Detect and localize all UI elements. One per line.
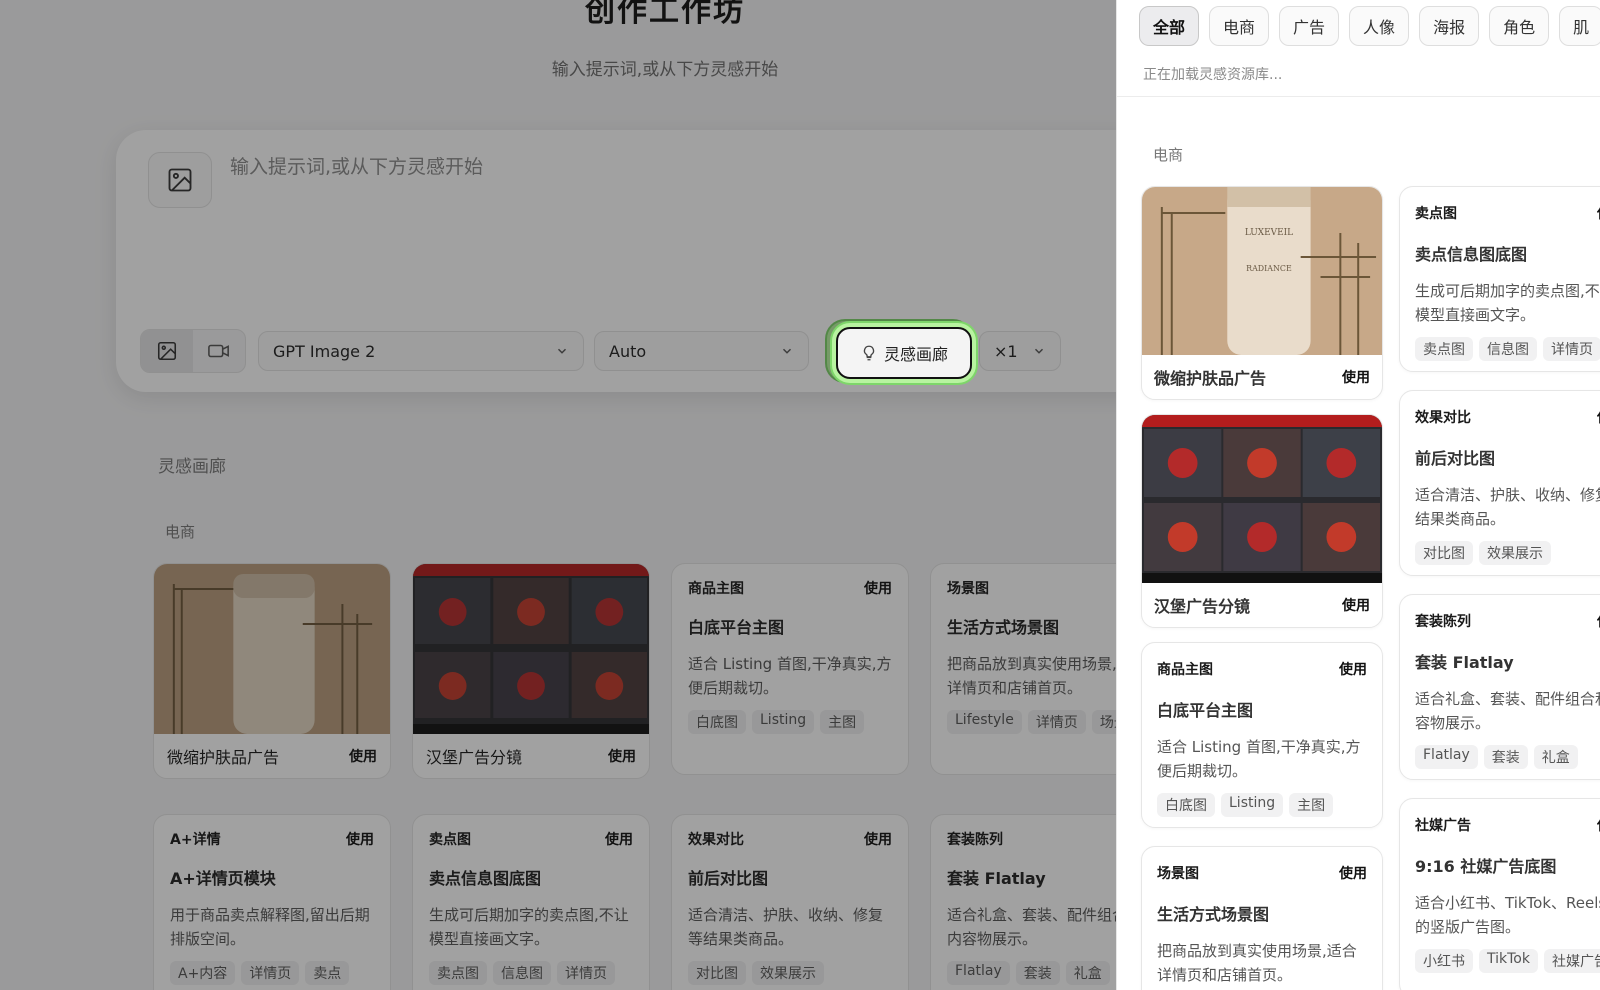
card-description: 适合小红书、TikTok、Reels 的竖版广告图。 [1415,894,1600,936]
tag: 社媒广告 [1543,949,1600,973]
tag: 详情页 [1543,337,1600,361]
use-button[interactable]: 使用 [1342,595,1370,615]
inspiration-drawer: 全部 电商 广告 人像 海报 角色 肌 正在加载灵感资源库... 电商 LUXE… [1116,0,1600,990]
inspiration-card[interactable]: 场景图 使用 生活方式场景图 把商品放到真实使用场景,适合详情页和店铺首页。 [1141,846,1383,990]
card-category: 效果对比 [1415,410,1471,426]
tab-portrait[interactable]: 人像 [1349,6,1410,46]
card-description: 适合礼盒、套装、配件组合和内容物展示。 [1415,690,1600,732]
inspiration-card[interactable]: LUXEVEIL RADIANCE 微缩护肤品广告 使用 [1141,186,1383,400]
inspiration-card[interactable]: 套装陈列使用 套装 Flatlay 适合礼盒、套装、配件组合和内容物展示。 Fl… [1399,594,1600,780]
card-description: 适合 Listing 首图,干净真实,方便后期裁切。 [1157,738,1361,780]
card-title: 9:16 社媒广告底图 [1415,857,1557,876]
tab-all[interactable]: 全部 [1139,6,1200,46]
card-title: 卖点信息图底图 [1415,245,1528,264]
inspiration-card[interactable]: 汉堡广告分镜 使用 [1141,414,1383,628]
tag: Listing [1221,793,1284,817]
card-category: 社媒广告 [1415,818,1471,834]
lightbulb-icon [863,345,875,361]
burger-storyboard-thumbnail [1142,415,1382,583]
use-button[interactable]: 使用 [1339,863,1367,883]
card-category: 商品主图 [1157,662,1213,678]
card-title: 汉堡广告分镜 [1154,597,1251,616]
loading-status: 正在加载灵感资源库... [1143,67,1283,83]
tag: Flatlay [1415,745,1478,769]
tag: 礼盒 [1533,745,1578,769]
tag: 信息图 [1479,337,1537,361]
tag: 对比图 [1415,541,1473,565]
use-button[interactable]: 使用 [1342,367,1370,387]
tag: 主图 [1289,793,1334,817]
tab-poster[interactable]: 海报 [1419,6,1480,46]
use-button[interactable]: 使用 [1339,659,1367,679]
inspiration-card[interactable]: 社媒广告使用 9:16 社媒广告底图 适合小红书、TikTok、Reels 的竖… [1399,798,1600,990]
tag: 效果展示 [1479,541,1551,565]
skincare-ad-thumbnail: LUXEVEIL RADIANCE [1142,187,1382,355]
card-description: 把商品放到真实使用场景,适合详情页和店铺首页。 [1157,942,1357,984]
tag: 白底图 [1157,793,1215,817]
inspiration-gallery-button-focused[interactable]: 灵感画廊 [836,327,972,379]
card-category: 场景图 [1157,866,1199,882]
card-description: 适合清洁、护肤、收纳、修复等结果类商品。 [1415,486,1600,528]
tab-character[interactable]: 角色 [1489,6,1550,46]
category-tabs: 全部 电商 广告 人像 海报 角色 肌 [1139,6,1600,46]
card-title: 微缩护肤品广告 [1154,369,1267,388]
tag: 套装 [1483,745,1528,769]
card-title: 套装 Flatlay [1415,653,1514,672]
card-description: 生成可后期加字的卖点图,不让模型直接画文字。 [1415,282,1600,324]
card-category: 卖点图 [1415,206,1457,222]
tag: TikTok [1479,949,1538,973]
tag: 卖点图 [1415,337,1473,361]
svg-text:LUXEVEIL: LUXEVEIL [1245,228,1293,238]
drawer-section-label: 电商 [1153,146,1184,164]
tab-more[interactable]: 肌 [1559,6,1600,46]
tag: 小红书 [1415,949,1473,973]
card-title: 生活方式场景图 [1157,905,1270,924]
card-title: 白底平台主图 [1157,701,1254,720]
inspiration-card[interactable]: 商品主图 使用 白底平台主图 适合 Listing 首图,干净真实,方便后期裁切。… [1141,642,1383,828]
inspiration-card[interactable]: 效果对比使用 前后对比图 适合清洁、护肤、收纳、修复等结果类商品。 对比图 效果… [1399,390,1600,576]
card-title: 前后对比图 [1415,449,1496,468]
tab-ads[interactable]: 广告 [1279,6,1340,46]
divider [1117,96,1600,97]
inspiration-card[interactable]: 卖点图使用 卖点信息图底图 生成可后期加字的卖点图,不让模型直接画文字。 卖点图… [1399,186,1600,372]
svg-text:RADIANCE: RADIANCE [1246,264,1292,273]
tab-ecommerce[interactable]: 电商 [1209,6,1270,46]
inspiration-gallery-label: 灵感画廊 [883,345,948,364]
card-category: 套装陈列 [1415,614,1471,630]
